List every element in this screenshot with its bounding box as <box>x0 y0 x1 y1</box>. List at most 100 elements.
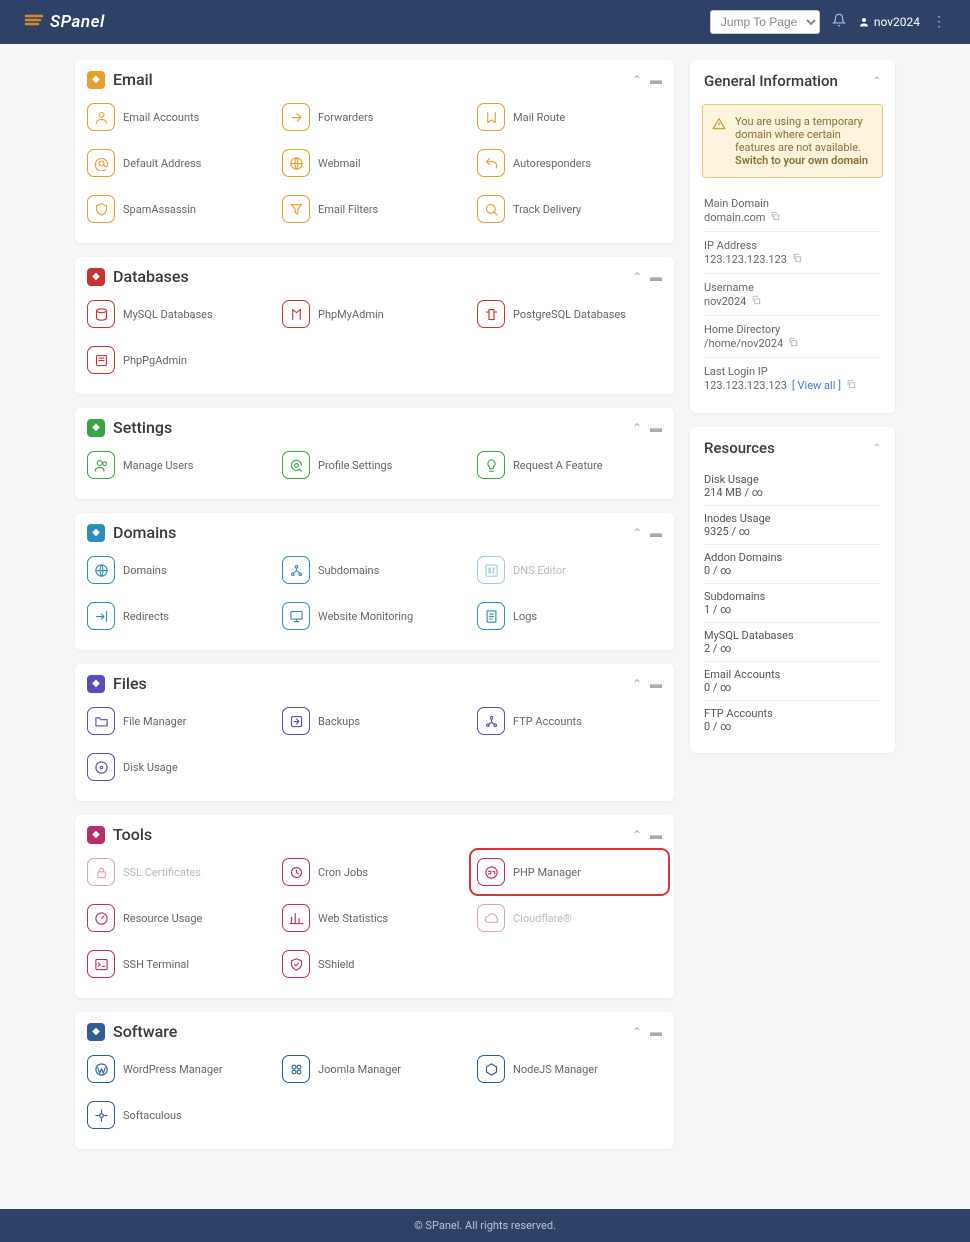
tile-wordpress-manager[interactable]: WordPress Manager <box>85 1051 274 1087</box>
info-value: domain.com <box>704 211 765 224</box>
view-all-link[interactable]: [ View all ] <box>792 379 841 392</box>
tile-mysql-databases[interactable]: MySQL Databases <box>85 296 274 332</box>
copy-icon[interactable] <box>770 211 780 224</box>
monitor-icon <box>282 602 310 630</box>
tile-softaculous[interactable]: Softaculous <box>85 1097 274 1133</box>
tile-ftp-accounts[interactable]: FTP Accounts <box>475 703 664 739</box>
resource-row: Inodes Usage9325 / ∞ <box>704 506 881 545</box>
tile-php-manager[interactable]: PHP Manager <box>475 854 664 890</box>
tile-email-accounts[interactable]: Email Accounts <box>85 99 274 135</box>
user-icon <box>87 103 115 131</box>
tile-label: Mail Route <box>513 111 565 124</box>
copy-icon[interactable] <box>846 379 856 392</box>
tile-label: Default Address <box>123 157 201 170</box>
terminal-icon <box>87 950 115 978</box>
collapse-icon[interactable]: ⌃ <box>873 76 881 87</box>
tile-ssh-terminal[interactable]: SSH Terminal <box>85 946 274 982</box>
resource-row: FTP Accounts0 / ∞ <box>704 701 881 739</box>
collapse-icon[interactable]: ⌃ <box>632 73 642 87</box>
tile-subdomains[interactable]: Subdomains <box>280 552 469 588</box>
gauge-icon <box>87 904 115 932</box>
section-badge-icon: ◆ <box>87 524 105 542</box>
tile-file-manager[interactable]: File Manager <box>85 703 274 739</box>
logs-icon <box>477 602 505 630</box>
drag-icon[interactable]: ▬ <box>650 270 662 284</box>
tile-nodejs-manager[interactable]: NodeJS Manager <box>475 1051 664 1087</box>
bell-icon[interactable] <box>832 13 846 31</box>
user-menu[interactable]: nov2024 <box>858 15 920 29</box>
tile-postgresql-databases[interactable]: PostgreSQL Databases <box>475 296 664 332</box>
drag-icon[interactable]: ▬ <box>650 677 662 691</box>
resource-row: Email Accounts0 / ∞ <box>704 662 881 701</box>
tile-label: SSL Certificates <box>123 866 201 879</box>
section-badge-icon: ◆ <box>87 268 105 286</box>
tile-mail-route[interactable]: Mail Route <box>475 99 664 135</box>
tile-webmail[interactable]: Webmail <box>280 145 469 181</box>
collapse-icon[interactable]: ⌃ <box>873 443 881 454</box>
collapse-icon[interactable]: ⌃ <box>632 1025 642 1039</box>
tile-cron-jobs[interactable]: Cron Jobs <box>280 854 469 890</box>
drag-icon[interactable]: ▬ <box>650 828 662 842</box>
tile-website-monitoring[interactable]: Website Monitoring <box>280 598 469 634</box>
tile-default-address[interactable]: Default Address <box>85 145 274 181</box>
tile-label: SShield <box>318 958 355 971</box>
tile-phppgadmin[interactable]: PhpPgAdmin <box>85 342 274 378</box>
drag-icon[interactable]: ▬ <box>650 1025 662 1039</box>
info-label: Username <box>704 281 881 294</box>
collapse-icon[interactable]: ⌃ <box>632 421 642 435</box>
footer: © SPanel. All rights reserved. <box>0 1209 970 1242</box>
collapse-icon[interactable]: ⌃ <box>632 828 642 842</box>
resource-value: 0 / ∞ <box>704 720 881 733</box>
brand-logo[interactable]: SPanel <box>24 12 105 32</box>
folder-icon <box>87 707 115 735</box>
copy-icon[interactable] <box>788 337 798 350</box>
tile-label: Track Delivery <box>513 203 581 216</box>
drag-icon[interactable]: ▬ <box>650 421 662 435</box>
tile-manage-users[interactable]: Manage Users <box>85 447 274 483</box>
tile-spamassassin[interactable]: SpamAssassin <box>85 191 274 227</box>
jump-to-page-select[interactable]: Jump To Page <box>710 10 820 34</box>
tile-web-statistics[interactable]: Web Statistics <box>280 900 469 936</box>
tile-sshield[interactable]: SShield <box>280 946 469 982</box>
tile-profile-settings[interactable]: Profile Settings <box>280 447 469 483</box>
kebab-menu-icon[interactable]: ⋮ <box>932 14 946 30</box>
tile-joomla-manager[interactable]: Joomla Manager <box>280 1051 469 1087</box>
tile-label: WordPress Manager <box>123 1063 223 1076</box>
general-info-card: General Information ⌃ You are using a te… <box>690 60 895 413</box>
tile-track-delivery[interactable]: Track Delivery <box>475 191 664 227</box>
collapse-icon[interactable]: ⌃ <box>632 677 642 691</box>
tile-resource-usage[interactable]: Resource Usage <box>85 900 274 936</box>
tile-phpmyadmin[interactable]: PhpMyAdmin <box>280 296 469 332</box>
tile-email-filters[interactable]: Email Filters <box>280 191 469 227</box>
dns-icon <box>477 556 505 584</box>
drag-icon[interactable]: ▬ <box>650 526 662 540</box>
tile-ssl-certificates: SSL Certificates <box>85 854 274 890</box>
redirect-icon <box>87 602 115 630</box>
tile-label: Profile Settings <box>318 459 392 472</box>
section-badge-icon: ◆ <box>87 71 105 89</box>
collapse-icon[interactable]: ⌃ <box>632 526 642 540</box>
tile-label: PhpPgAdmin <box>123 354 187 367</box>
tile-logs[interactable]: Logs <box>475 598 664 634</box>
tile-label: File Manager <box>123 715 186 728</box>
section-title: Databases <box>113 267 189 286</box>
tile-request-a-feature[interactable]: Request A Feature <box>475 447 664 483</box>
section-title: Email <box>113 70 153 89</box>
switch-domain-link[interactable]: Switch to your own domain <box>735 154 868 167</box>
shield-icon <box>87 195 115 223</box>
tile-forwarders[interactable]: Forwarders <box>280 99 469 135</box>
tile-domains[interactable]: Domains <box>85 552 274 588</box>
drag-icon[interactable]: ▬ <box>650 73 662 87</box>
section-settings: ◆Settings⌃▬Manage UsersProfile SettingsR… <box>75 408 674 499</box>
copy-icon[interactable] <box>792 253 802 266</box>
tile-disk-usage[interactable]: Disk Usage <box>85 749 274 785</box>
collapse-icon[interactable]: ⌃ <box>632 270 642 284</box>
tile-redirects[interactable]: Redirects <box>85 598 274 634</box>
copy-icon[interactable] <box>751 295 761 308</box>
tile-backups[interactable]: Backups <box>280 703 469 739</box>
info-label: Last Login IP <box>704 365 881 378</box>
tile-autoresponders[interactable]: Autoresponders <box>475 145 664 181</box>
pg-icon <box>477 300 505 328</box>
info-row: Usernamenov2024 <box>704 274 881 316</box>
resources-title: Resources <box>704 439 775 457</box>
